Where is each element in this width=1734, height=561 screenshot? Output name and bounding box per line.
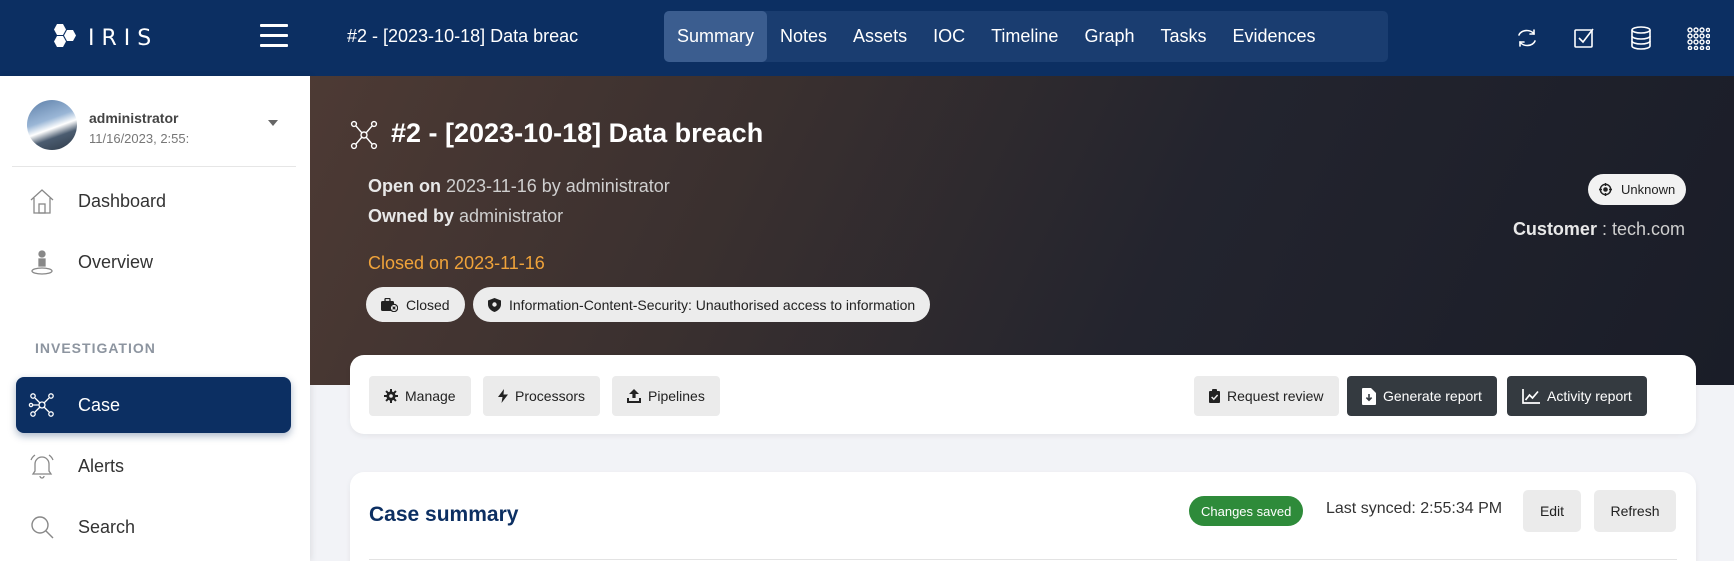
owned-value: administrator <box>459 206 564 226</box>
logo-text: IRIS <box>88 25 159 51</box>
sidebar-item-label: Alerts <box>78 455 125 476</box>
chevron-down-icon[interactable] <box>268 120 278 126</box>
classification-pill: Information-Content-Security: Unauthoris… <box>473 287 931 322</box>
closed-date: Closed on 2023-11-16 <box>368 253 545 273</box>
top-navbar: IRIS #2 - [2023-10-18] Data breac Summar… <box>0 0 1734 76</box>
pipelines-label: Pipelines <box>648 388 705 404</box>
sidebar-section-heading: INVESTIGATION <box>35 340 156 356</box>
customer-label: Customer <box>1512 219 1597 239</box>
owned-label: Owned by <box>368 206 455 226</box>
sidebar-item-label: Search <box>78 516 136 537</box>
classification-label: Information-Content-Security: Unauthoris… <box>509 296 916 313</box>
generate-report-button[interactable]: Generate report <box>1347 376 1497 416</box>
tab-timeline[interactable]: Timeline <box>978 11 1071 62</box>
file-download-icon <box>1362 387 1376 405</box>
activity-report-button[interactable]: Activity report <box>1507 376 1647 416</box>
generate-report-label: Generate report <box>1383 388 1482 404</box>
case-summary-title: Case summary <box>369 503 519 526</box>
user-panel: administrator 11/16/2023, 2:55: <box>12 76 296 167</box>
refresh-icon[interactable] <box>1498 18 1555 58</box>
refresh-button[interactable]: Refresh <box>1594 490 1676 532</box>
avatar[interactable] <box>27 100 77 150</box>
open-value: 2023-11-16 by administrator <box>446 176 670 196</box>
case-tabs: Summary Notes Assets IOC Timeline Graph … <box>664 11 1388 62</box>
customer-info: Customer : tech.com <box>1512 219 1685 239</box>
edit-button[interactable]: Edit <box>1523 490 1581 532</box>
person-pin-icon <box>28 248 56 276</box>
network-icon <box>28 391 56 419</box>
home-icon <box>28 187 56 215</box>
search-icon <box>28 513 56 541</box>
sidebar-item-label: Case <box>78 394 121 415</box>
tab-graph[interactable]: Graph <box>1071 11 1147 62</box>
case-actions-bar: Manage Processors Pipelines Request revi… <box>350 355 1696 434</box>
database-icon[interactable] <box>1612 18 1669 58</box>
case-title: #2 - [2023-10-18] Data breach <box>391 118 764 148</box>
tab-notes[interactable]: Notes <box>767 11 840 62</box>
request-review-label: Request review <box>1227 388 1324 404</box>
status-badge: Changes saved <box>1189 496 1304 526</box>
processors-button[interactable]: Processors <box>483 376 601 416</box>
hexagon-logo-icon <box>54 24 76 47</box>
apps-grid-icon[interactable] <box>1669 18 1726 58</box>
request-review-button[interactable]: Request review <box>1194 376 1339 416</box>
tab-assets[interactable]: Assets <box>840 11 920 62</box>
bell-icon <box>28 452 56 480</box>
manage-button[interactable]: Manage <box>369 376 471 416</box>
line-chart-icon <box>1522 388 1540 404</box>
case-state-label: Closed <box>406 296 450 313</box>
processors-label: Processors <box>515 388 586 404</box>
severity-label: Unknown <box>1621 182 1676 197</box>
sidebar-item-alerts[interactable]: Alerts <box>16 438 291 494</box>
tab-evidences[interactable]: Evidences <box>1220 11 1329 62</box>
network-icon <box>350 120 378 155</box>
tab-tasks[interactable]: Tasks <box>1147 11 1219 62</box>
case-open-info: Open on 2023-11-16 by administrator <box>368 176 670 197</box>
sidebar-item-label: Overview <box>78 251 154 272</box>
clipboard-check-icon <box>1209 389 1220 403</box>
shield-icon <box>488 297 501 312</box>
bolt-icon <box>498 389 508 403</box>
sidebar: administrator 11/16/2023, 2:55: Dashboar… <box>0 76 310 561</box>
case-owner-info: Owned by administrator <box>368 206 563 227</box>
customer-value: tech.com <box>1611 219 1685 239</box>
sidebar-item-search[interactable]: Search <box>16 499 291 555</box>
iris-logo[interactable]: IRIS <box>48 18 158 58</box>
crosshair-icon <box>1599 183 1612 196</box>
current-case-name: #2 - [2023-10-18] Data breac <box>347 26 579 46</box>
menu-toggle-icon[interactable] <box>260 24 288 50</box>
case-summary-card: Case summary Changes saved Last synced: … <box>350 472 1696 561</box>
divider <box>369 559 1677 560</box>
briefcase-icon <box>381 297 398 312</box>
open-label: Open on <box>368 176 441 196</box>
gear-icon <box>384 389 398 403</box>
sidebar-item-case[interactable]: Case <box>16 377 291 433</box>
sidebar-item-label: Dashboard <box>78 190 167 211</box>
tab-ioc[interactable]: IOC <box>920 11 978 62</box>
pipelines-button[interactable]: Pipelines <box>612 376 720 416</box>
last-synced-text: Last synced: 2:55:34 PM <box>1326 500 1503 517</box>
user-name: administrator <box>89 110 179 126</box>
activity-report-label: Activity report <box>1547 388 1632 404</box>
severity-badge: Unknown <box>1588 174 1687 205</box>
sidebar-item-dashboard[interactable]: Dashboard <box>16 173 291 229</box>
user-login-date: 11/16/2023, 2:55: <box>89 131 190 146</box>
upload-icon <box>627 389 641 403</box>
case-state-pill: Closed <box>366 287 465 322</box>
checkbox-icon[interactable] <box>1555 18 1612 58</box>
tab-summary[interactable]: Summary <box>664 11 768 62</box>
manage-label: Manage <box>405 388 456 404</box>
sidebar-item-overview[interactable]: Overview <box>16 234 291 290</box>
